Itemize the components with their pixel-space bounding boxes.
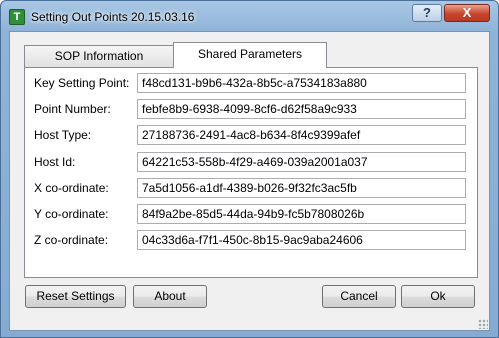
shared-parameters-panel: Key Setting Point: f48cd131-b9b6-432a-8b…: [24, 67, 478, 278]
point-number-row: Point Number: febfe8b9-6938-4099-8cf6-d6…: [25, 99, 477, 119]
close-icon[interactable]: X: [463, 5, 472, 20]
help-button[interactable]: ?: [412, 4, 442, 22]
y-coordinate-label: Y co-ordinate:: [34, 207, 109, 221]
key-setting-point-label: Key Setting Point:: [34, 76, 130, 90]
reset-settings-button[interactable]: Reset Settings: [25, 285, 126, 308]
z-coordinate-row: Z co-ordinate: 04c33d6a-f7f1-450c-8b15-9…: [25, 230, 477, 250]
host-id-label: Host Id:: [34, 155, 76, 169]
x-coordinate-label: X co-ordinate:: [34, 181, 109, 195]
tab-shared-parameters[interactable]: Shared Parameters: [173, 42, 327, 68]
point-number-field[interactable]: febfe8b9-6938-4099-8cf6-d62f58a9c933: [137, 99, 466, 119]
z-coordinate-field[interactable]: 04c33d6a-f7f1-450c-8b15-9ac9aba24606: [137, 230, 466, 250]
x-coordinate-row: X co-ordinate: 7a5d1056-a1df-4389-b026-9…: [25, 178, 477, 198]
point-number-label: Point Number:: [34, 102, 111, 116]
ok-button[interactable]: Ok: [401, 285, 475, 308]
about-button[interactable]: About: [133, 285, 207, 308]
app-icon: T: [9, 9, 25, 25]
host-type-label: Host Type:: [34, 128, 92, 142]
close-button[interactable]: X: [444, 4, 490, 22]
key-setting-point-row: Key Setting Point: f48cd131-b9b6-432a-8b…: [25, 73, 477, 93]
key-setting-point-field[interactable]: f48cd131-b9b6-432a-8b5c-a7534183a880: [137, 73, 466, 93]
dialog-body: SOP Information Shared Parameters Key Se…: [9, 31, 490, 331]
host-type-row: Host Type: 27188736-2491-4ac8-b634-8f4c9…: [25, 125, 477, 145]
window-title: Setting Out Points 20.15.03.16: [31, 10, 195, 24]
y-coordinate-row: Y co-ordinate: 84f9a2be-85d5-44da-94b9-f…: [25, 204, 477, 224]
x-coordinate-field[interactable]: 7a5d1056-a1df-4389-b026-9f32fc3ac5fb: [137, 178, 466, 198]
cancel-button[interactable]: Cancel: [322, 285, 396, 308]
y-coordinate-field[interactable]: 84f9a2be-85d5-44da-94b9-fc5b7808026b: [137, 204, 466, 224]
z-coordinate-label: Z co-ordinate:: [34, 233, 109, 247]
tab-sop-information[interactable]: SOP Information: [24, 45, 174, 67]
resize-grip-icon[interactable]: [478, 319, 488, 329]
host-id-row: Host Id: 64221c53-558b-4f29-a469-039a200…: [25, 152, 477, 172]
host-type-field[interactable]: 27188736-2491-4ac8-b634-8f4c9399afef: [137, 125, 466, 145]
host-id-field[interactable]: 64221c53-558b-4f29-a469-039a2001a037: [137, 152, 466, 172]
dialog-window: T Setting Out Points 20.15.03.16 ? X SOP…: [0, 0, 499, 338]
title-bar[interactable]: T Setting Out Points 20.15.03.16 ? X: [1, 1, 498, 31]
